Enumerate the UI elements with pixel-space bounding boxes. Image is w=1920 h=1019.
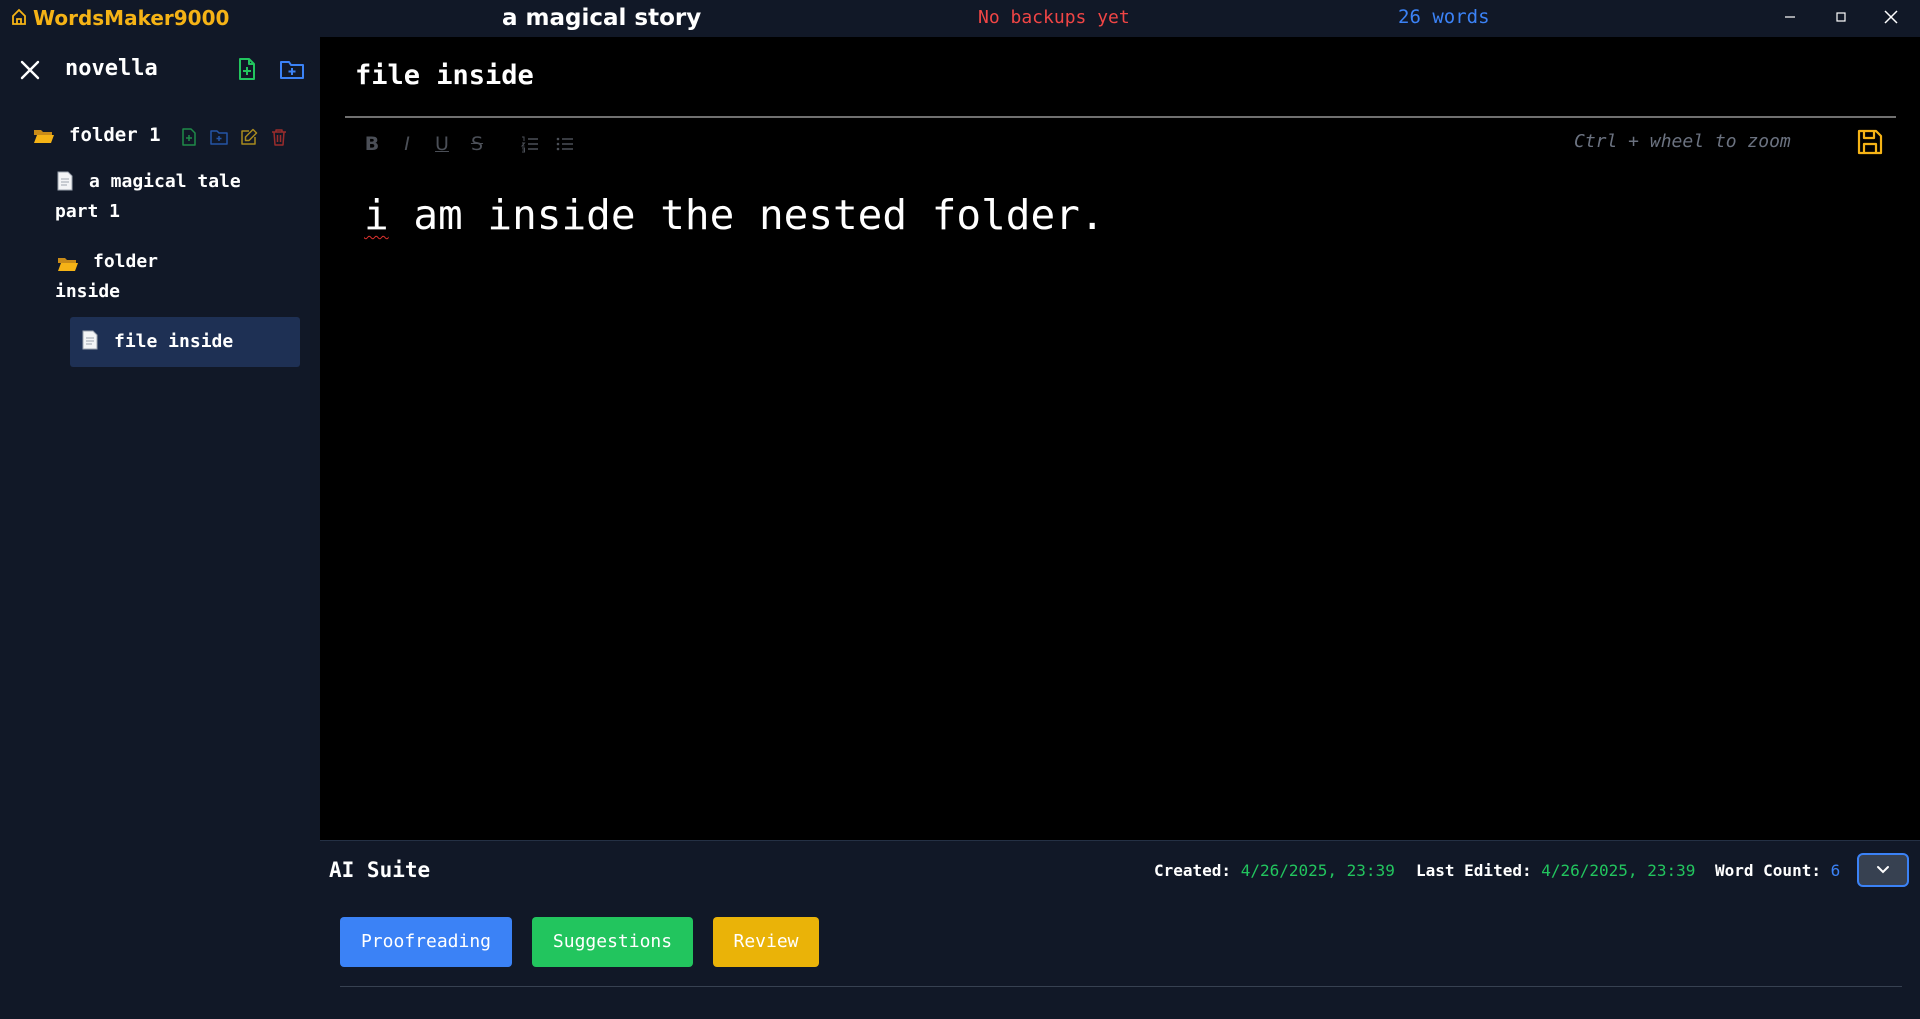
spellcheck-word: i [364,191,389,239]
chevron-down-icon [1877,866,1889,874]
file-plus-icon[interactable] [235,57,259,81]
floppy-disk-icon[interactable] [1856,128,1884,156]
collapse-panel-button[interactable] [1857,853,1909,887]
ordered-list-icon [520,136,538,153]
open-folder-icon [58,258,78,271]
zoom-hint: Ctrl + wheel to zoom [1574,131,1791,152]
last-edited-meta: Last Edited: 4/26/2025, 23:39 [1416,859,1695,883]
italic-button[interactable]: I [395,131,419,157]
tree-folder-folder-1[interactable]: folder 1 [30,117,300,155]
file-label-line-2: part 1 [55,201,121,222]
pencil-square-icon[interactable] [240,128,258,146]
tree-folder-folder-inside[interactable]: folder inside [55,247,275,309]
open-folder-icon [34,130,54,143]
editor-text-rest: am inside the nested folder. [388,191,1105,239]
document-icon [57,171,73,191]
file-label-line-1: a magical tale [89,171,241,192]
close-icon [1884,10,1898,24]
created-value: 4/26/2025, 23:39 [1240,861,1395,880]
file-label: file inside [114,331,234,352]
maximize-button[interactable] [1818,0,1864,34]
home-icon[interactable] [11,8,27,26]
word-count-meta: Word Count: 6 [1715,859,1840,883]
ai-suite-panel: AI Suite Created: 4/26/2025, 23:39 Last … [320,840,1920,1019]
word-count-value: 6 [1830,861,1841,880]
word-count-label: Word Count: [1715,861,1821,880]
created-label: Created: [1154,861,1232,880]
editor-content[interactable]: i am inside the nested folder. [364,186,1884,244]
ordered-list-button[interactable] [518,131,542,157]
total-word-count: 26 words [1398,6,1490,28]
suggestions-button[interactable]: Suggestions [532,917,693,967]
folder-plus-icon[interactable] [279,57,305,81]
trash-icon[interactable] [270,128,288,146]
review-button[interactable]: Review [713,917,819,967]
panel-divider [340,986,1902,987]
folder-plus-icon[interactable] [210,128,228,146]
title-bar: WordsMaker9000 a magical story No backup… [0,0,1920,37]
backup-status: No backups yet [978,7,1130,28]
folder-label: folder 1 [69,124,161,146]
minimize-button[interactable] [1767,0,1813,34]
created-meta: Created: 4/26/2025, 23:39 [1154,859,1395,883]
minimize-icon [1785,16,1795,18]
story-title: a magical story [502,5,702,31]
close-sidebar-icon[interactable] [18,58,42,82]
last-edited-value: 4/26/2025, 23:39 [1541,861,1696,880]
app-name: WordsMaker9000 [33,6,230,30]
file-plus-icon[interactable] [180,128,198,146]
strikethrough-button[interactable]: S [465,131,489,157]
last-edited-label: Last Edited: [1416,861,1532,880]
title-divider [345,116,1896,118]
tree-file-a-magical-tale-part-1[interactable]: a magical tale part 1 [55,167,275,229]
project-title: novella [65,56,158,81]
folder-label-line-2: inside [55,281,121,302]
bullet-list-icon [556,137,573,151]
document-icon [82,330,98,350]
underline-button[interactable]: U [430,131,454,157]
document-title[interactable]: file inside [355,57,534,95]
ai-suite-title: AI Suite [329,858,431,882]
window-close-button[interactable] [1868,0,1914,34]
bullet-list-button[interactable] [553,131,577,157]
folder-label-line-1: folder [93,251,159,272]
sidebar: novella folder 1 a magical tale part 1 f… [0,37,320,1019]
maximize-icon [1836,12,1846,22]
proofreading-button[interactable]: Proofreading [340,917,512,967]
tree-file-file-inside-selected[interactable]: file inside [70,317,300,367]
bold-button[interactable]: B [360,131,384,157]
